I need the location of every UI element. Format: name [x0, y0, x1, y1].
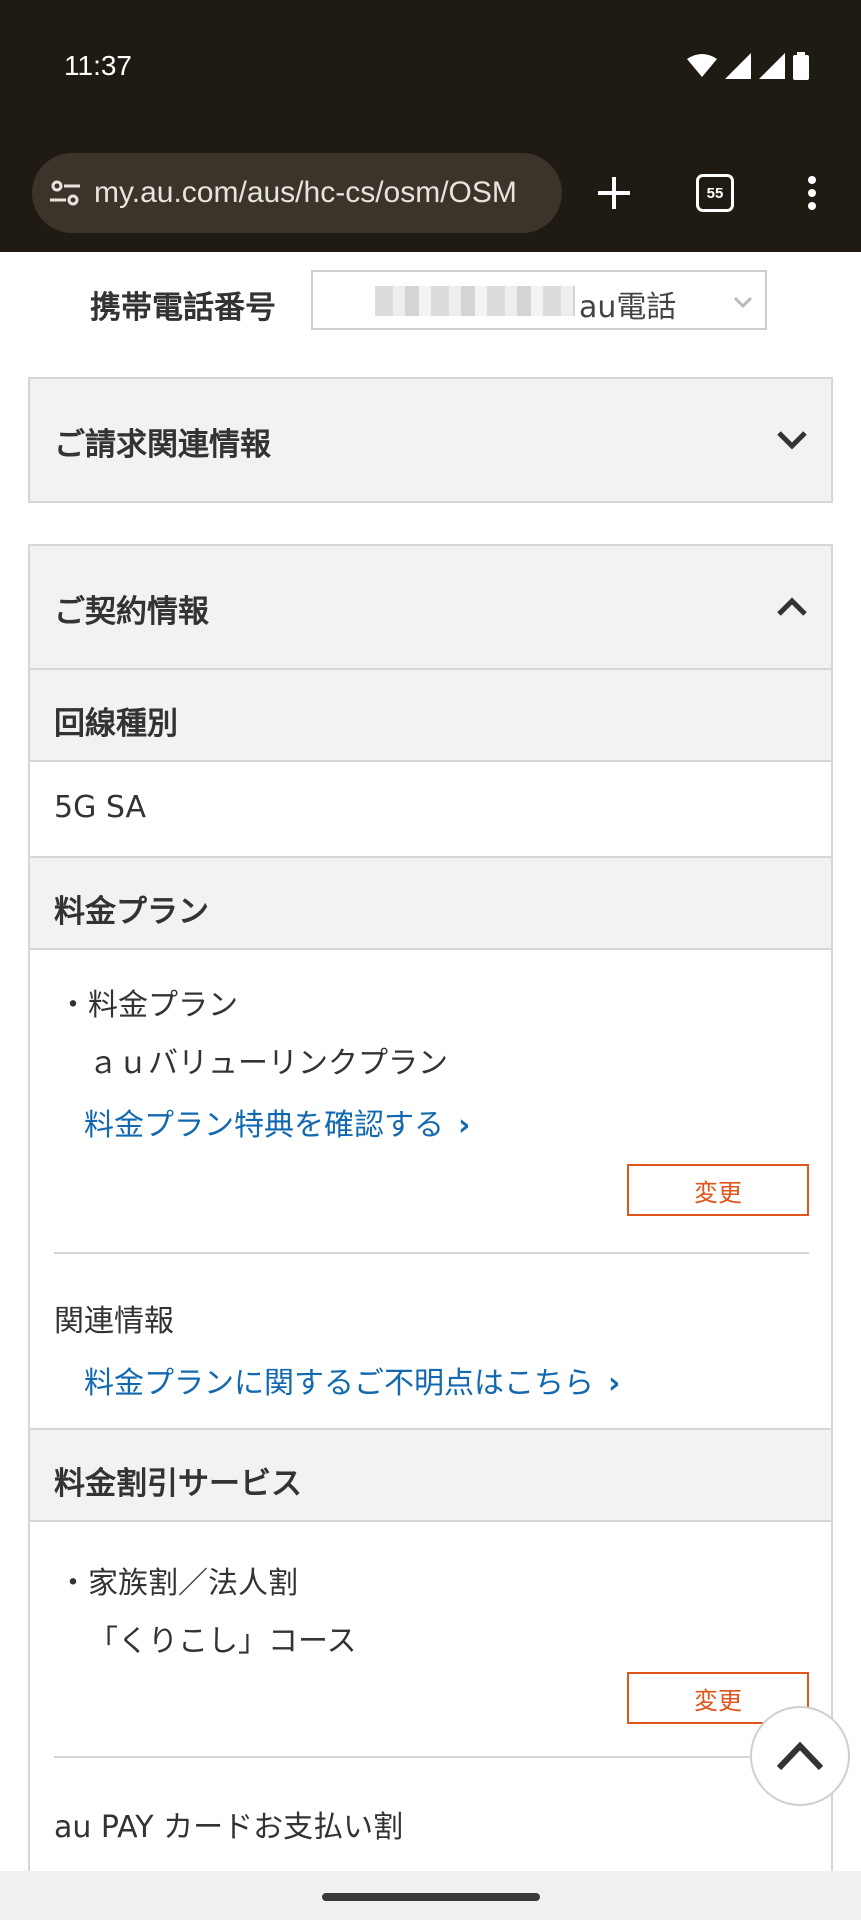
line-type-header-label: 回線種別 [54, 706, 178, 742]
url-text[interactable]: my.au.com/aus/hc-cs/osm/OSM [94, 176, 517, 210]
au-pay-card-discount-label: au PAY カードお支払い割 [54, 1810, 404, 1845]
home-gesture-handle[interactable] [322, 1893, 540, 1901]
chevron-down-icon [733, 296, 753, 309]
billing-accordion: ご請求関連情報 [28, 377, 833, 503]
billing-accordion-header[interactable]: ご請求関連情報 [30, 379, 831, 501]
line-type-value: 5G SA [54, 790, 146, 825]
phone-number-row: 携帯電話番号 au電話 [0, 268, 861, 336]
plan-change-button[interactable]: 変更 [627, 1164, 809, 1216]
plan-cell: ・料金プラン ａｕバリューリンクプラン 料金プラン特典を確認する › 変更 関連情… [30, 950, 831, 1428]
scroll-to-top-button[interactable] [750, 1706, 850, 1806]
chevron-up-icon [777, 597, 807, 616]
more-vert-icon [808, 176, 816, 210]
line-type-header: 回線種別 [30, 668, 831, 762]
plan-benefit-link[interactable]: 料金プラン特典を確認する › [84, 1100, 470, 1144]
status-time: 11:37 [64, 50, 132, 81]
discount-header-label: 料金割引サービス [54, 1466, 302, 1502]
chevron-up-icon [776, 1741, 824, 1771]
system-nav-bar [0, 1871, 861, 1920]
discount-item-value: 「くりこし」コース [88, 1624, 357, 1659]
chevron-right-icon: › [608, 1366, 621, 1401]
tab-count: 55 [696, 174, 734, 212]
billing-title: ご請求関連情報 [54, 427, 271, 463]
phone-select-value: au電話 [579, 290, 677, 325]
line-type-cell: 5G SA [30, 762, 831, 856]
phone-number-label: 携帯電話番号 [90, 290, 276, 326]
chevron-down-icon [777, 431, 807, 450]
tab-switcher-button[interactable]: 55 [685, 163, 745, 223]
plan-benefit-link-text: 料金プラン特典を確認する [84, 1108, 444, 1143]
related-info-label: 関連情報 [54, 1304, 174, 1339]
plan-faq-link[interactable]: 料金プランに関するご不明点はこちら › [84, 1358, 620, 1402]
signal-icon-2 [759, 53, 785, 79]
menu-button[interactable] [782, 163, 842, 223]
redacted-number [375, 286, 575, 316]
discount-item-label: ・家族割／法人割 [58, 1566, 298, 1601]
new-tab-button[interactable] [584, 163, 644, 223]
wifi-icon [687, 54, 717, 77]
divider [54, 1756, 809, 1758]
phone-number-select[interactable]: au電話 [311, 270, 767, 330]
address-bar[interactable]: my.au.com/aus/hc-cs/osm/OSM [32, 153, 562, 233]
contract-accordion: ご契約情報 回線種別 5G SA 料金プラン ・料金プラン ａｕバリューリンクプ… [28, 544, 833, 1904]
plan-item-label: ・料金プラン [58, 988, 238, 1023]
battery-icon [793, 52, 809, 80]
discount-cell: ・家族割／法人割 「くりこし」コース 変更 au PAY カードお支払い割 [30, 1522, 831, 1882]
plan-header-label: 料金プラン [54, 894, 209, 930]
plan-item-value: ａｕバリューリンクプラン [88, 1046, 448, 1081]
contract-title: ご契約情報 [54, 594, 209, 630]
status-icons [687, 52, 809, 80]
chevron-right-icon: › [458, 1108, 471, 1143]
discount-header: 料金割引サービス [30, 1428, 831, 1522]
browser-chrome: 11:37 my.au.com/aus/hc-cs/osm/OSM 55 [0, 0, 861, 252]
plan-header: 料金プラン [30, 856, 831, 950]
plan-faq-link-text: 料金プランに関するご不明点はこちら [84, 1366, 594, 1401]
contract-accordion-header[interactable]: ご契約情報 [30, 546, 831, 668]
plus-icon [598, 177, 630, 209]
site-settings-icon[interactable] [48, 176, 82, 210]
signal-icon [725, 53, 751, 79]
divider [54, 1252, 809, 1254]
